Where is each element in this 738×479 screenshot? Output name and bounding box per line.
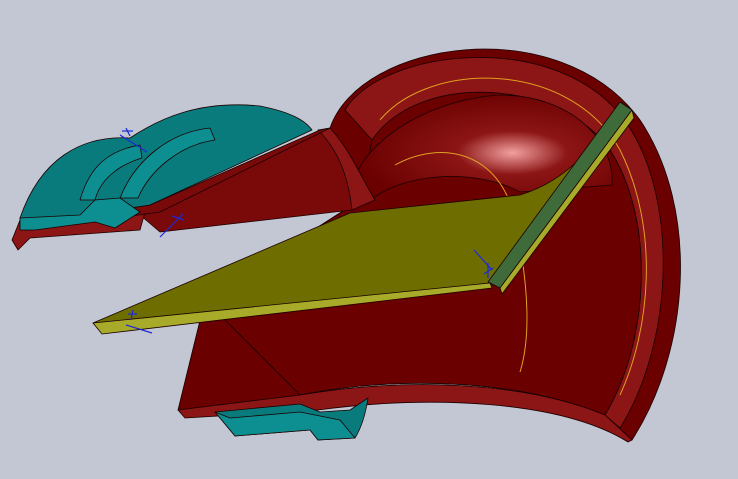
model-scene[interactable] <box>0 0 738 479</box>
cad-viewport[interactable] <box>0 0 738 479</box>
